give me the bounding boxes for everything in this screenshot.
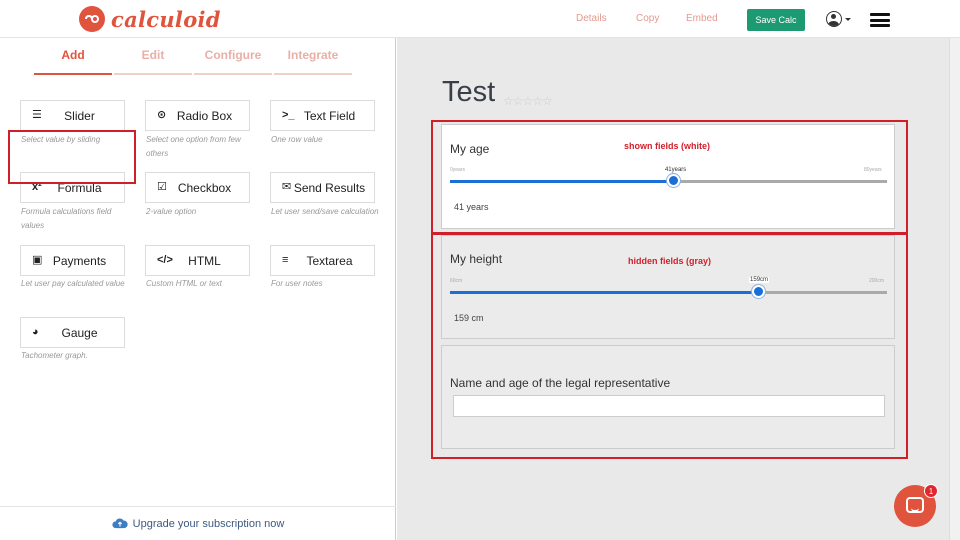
save-calc-button[interactable]: Save Calc: [747, 9, 805, 31]
checkbox-icon: ☑: [157, 181, 167, 193]
tab-edit[interactable]: Edit: [114, 48, 192, 75]
rating-stars[interactable]: ☆☆☆☆☆: [503, 94, 553, 108]
logo-mark-icon: [79, 6, 105, 32]
slider-highlight-box: [8, 130, 136, 184]
field-type-label: Text Field: [303, 108, 356, 123]
field-type-label: Checkbox: [177, 180, 232, 195]
field-type-gauge[interactable]: ◕ Gauge: [20, 317, 125, 348]
field-type-desc: Select one option from few others: [146, 135, 241, 158]
hamburger-icon[interactable]: [870, 13, 890, 27]
field-type-desc: Let user send/save calculation: [271, 207, 379, 216]
field-type-label: Textarea: [306, 253, 353, 268]
field-type-desc: Let user pay calculated value: [21, 279, 125, 288]
field-type-desc: For user notes: [271, 279, 323, 288]
field-type-desc: Formula calculations field values: [21, 207, 112, 230]
tab-integrate[interactable]: Integrate: [274, 48, 352, 75]
field-type-desc: Tachometer graph.: [21, 351, 88, 360]
field-type-label: HTML: [188, 253, 221, 268]
field-type-label: Payments: [52, 253, 107, 268]
hidden-fields-highlight-box: [431, 233, 908, 459]
field-type-label: Send Results: [293, 180, 366, 195]
terminal-icon: >_: [282, 109, 295, 121]
chevron-down-icon: [845, 17, 851, 21]
field-type-label: Slider: [64, 108, 95, 123]
field-type-label: Gauge: [61, 325, 98, 340]
user-icon: [826, 11, 842, 27]
field-type-send-results[interactable]: ✉ Send Results: [270, 172, 375, 203]
sliders-icon: ☰: [32, 109, 42, 121]
details-link[interactable]: Details: [576, 13, 607, 24]
field-type-payments[interactable]: ▣ Payments: [20, 245, 125, 276]
field-type-desc: 2-value option: [146, 207, 197, 216]
envelope-icon: ✉: [282, 181, 292, 193]
field-type-label: Radio Box: [176, 108, 233, 123]
logo[interactable]: calculoid: [79, 5, 221, 33]
field-type-slider[interactable]: ☰ Slider: [20, 100, 125, 131]
chat-notification-badge: 1: [924, 484, 938, 498]
form-title: Test: [442, 76, 496, 108]
embed-link[interactable]: Embed: [686, 13, 718, 24]
tab-add[interactable]: Add: [34, 48, 112, 75]
field-type-desc: One row value: [271, 135, 323, 144]
user-menu[interactable]: [826, 11, 851, 27]
money-icon: ▣: [32, 254, 43, 266]
upgrade-label: Upgrade your subscription now: [132, 517, 285, 530]
chat-icon: [906, 497, 924, 513]
field-type-radio-box[interactable]: ⊙ Radio Box: [145, 100, 250, 131]
field-type-html[interactable]: </> HTML: [145, 245, 250, 276]
shown-fields-highlight-box: [431, 120, 908, 234]
tab-configure[interactable]: Configure: [194, 48, 272, 75]
logo-text: calculoid: [111, 6, 221, 32]
upgrade-link[interactable]: Upgrade your subscription now: [0, 506, 396, 540]
field-type-textarea[interactable]: ≡ Textarea: [270, 245, 375, 276]
code-icon: </>: [157, 254, 173, 266]
field-type-desc: Custom HTML or text: [146, 279, 222, 288]
left-panel: Add Edit Configure Integrate ☰ Slider Se…: [0, 38, 396, 540]
app-root: calculoid Details Copy Embed Save Calc A…: [0, 0, 960, 540]
field-type-checkbox[interactable]: ☑ Checkbox: [145, 172, 250, 203]
cloud-upload-icon: [112, 518, 128, 529]
field-type-text-field[interactable]: >_ Text Field: [270, 100, 375, 131]
radio-icon: ⊙: [157, 109, 167, 121]
gauge-icon: ◕: [32, 326, 39, 338]
top-bar: calculoid Details Copy Embed Save Calc: [0, 0, 960, 38]
scrollbar[interactable]: [949, 38, 960, 540]
align-left-icon: ≡: [282, 254, 289, 266]
copy-link[interactable]: Copy: [636, 13, 659, 24]
